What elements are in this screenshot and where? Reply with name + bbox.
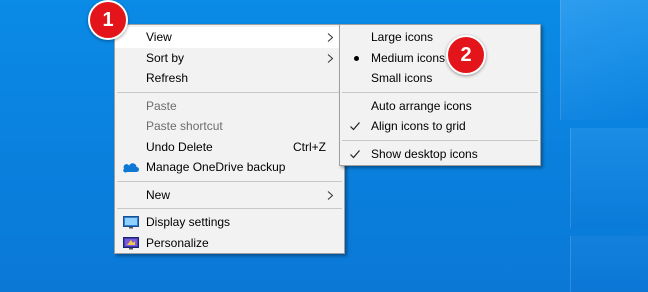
menu-separator [117,208,342,209]
step-badge-1: 1 [88,0,128,40]
display-settings-icon [123,216,139,229]
menu-item-shortcut: Ctrl+Z [293,139,326,154]
desktop-context-menu: View Sort by Refresh Paste Paste shortcu… [114,24,345,254]
menu-item-label: View [146,30,172,44]
menu-item-undo-delete[interactable]: Undo Delete Ctrl+Z [115,137,344,158]
window-logo-pane [570,128,648,228]
menu-item-personalize[interactable]: Personalize [115,233,344,254]
submenu-item-show-desktop-icons[interactable]: Show desktop icons [340,144,540,165]
menu-item-label: Sort by [146,50,185,65]
menu-item-label: Manage OneDrive backup [146,160,286,174]
menu-item-sort-by[interactable]: Sort by [115,48,344,69]
checkmark-icon [350,149,360,158]
onedrive-icon [123,163,139,173]
menu-item-paste[interactable]: Paste [115,96,344,117]
menu-item-label: Paste shortcut [146,119,223,133]
menu-separator [117,180,342,182]
submenu-item-align-icons-to-grid[interactable]: Align icons to grid [340,116,540,137]
menu-item-label: Align icons to grid [371,119,466,133]
menu-separator [342,91,538,93]
chevron-right-icon [327,33,334,42]
menu-item-label: Paste [146,98,177,113]
menu-item-label: Refresh [146,71,189,85]
menu-item-label: Small icons [371,71,433,85]
chevron-right-icon [327,190,334,200]
menu-item-refresh[interactable]: Refresh [115,68,344,89]
menu-item-view[interactable]: View [115,27,344,48]
submenu-item-auto-arrange-icons[interactable]: Auto arrange icons [340,96,540,117]
menu-item-paste-shortcut[interactable]: Paste shortcut [115,116,344,137]
chevron-right-icon [327,53,334,63]
menu-item-label: Personalize [146,235,209,250]
menu-item-label: Display settings [146,215,231,229]
window-logo-pane [570,236,648,292]
submenu-item-medium-icons[interactable]: Medium icons [340,48,540,69]
window-logo-pane [560,0,648,120]
menu-item-label: Large icons [371,30,434,44]
menu-item-new[interactable]: New [115,185,344,206]
checkmark-icon [350,122,360,131]
menu-item-label: Medium icons [371,50,446,65]
submenu-item-small-icons[interactable]: Small icons [340,68,540,89]
menu-item-label: Show desktop icons [371,146,478,161]
menu-separator [342,139,538,141]
submenu-item-large-icons[interactable]: Large icons [340,27,540,48]
view-submenu: Large icons Medium icons Small icons Aut… [339,24,541,166]
menu-item-label: New [146,187,171,202]
step-badge-2: 2 [446,35,486,75]
radio-bullet-icon [354,55,359,61]
menu-item-label: Undo Delete [146,139,213,154]
menu-item-label: Auto arrange icons [371,98,472,113]
menu-item-display-settings[interactable]: Display settings [115,212,344,233]
menu-item-manage-onedrive-backup[interactable]: Manage OneDrive backup [115,157,344,178]
personalize-icon [123,236,139,249]
menu-separator [117,91,342,93]
